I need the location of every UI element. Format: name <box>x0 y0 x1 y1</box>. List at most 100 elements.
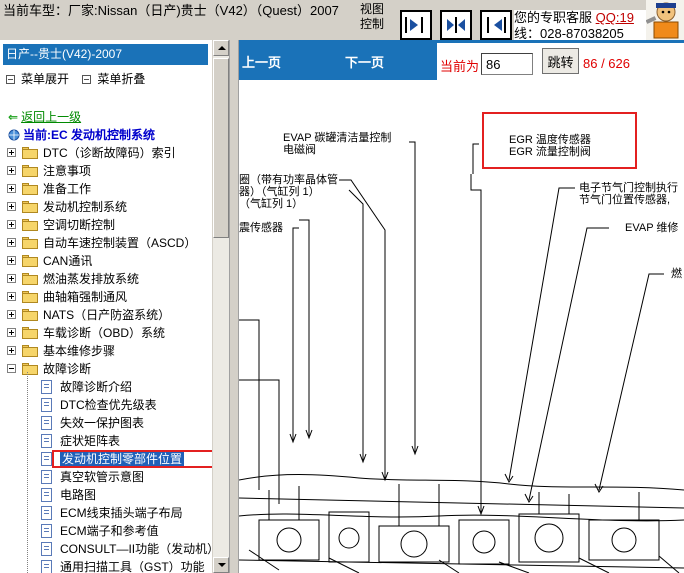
current-page-label: 当前为 <box>440 59 480 74</box>
tree-folder-label: 车载诊断（OBD）系统 <box>43 326 166 340</box>
customer-service-info: 您的专职客服 QQ:19 线：028-87038205 <box>514 10 648 40</box>
tree-doc-component-location[interactable]: 发动机控制零部件位置 <box>0 450 212 468</box>
folder-icon <box>22 255 38 267</box>
expand-plus-icon[interactable] <box>7 184 16 193</box>
tree-folder-ac-cutoff[interactable]: 空调切断控制 <box>0 216 212 234</box>
prev-page-link[interactable]: 上一页 <box>242 52 281 71</box>
tree-connector-line <box>27 372 28 573</box>
label-cylinder-bank-b: （气缸列 1） <box>239 198 304 210</box>
tree-scrollbar[interactable] <box>212 40 229 573</box>
tree-folder-label: DTC（诊断故障码）索引 <box>43 146 176 160</box>
tree-doc-label: ECM端子和参考值 <box>60 524 159 538</box>
label-evap-service: EVAP 维修 <box>625 222 679 234</box>
page-count: 86 / 626 <box>583 56 630 71</box>
split-view-button[interactable] <box>440 10 472 40</box>
tree-folder-preparation[interactable]: 准备工作 <box>0 180 212 198</box>
expand-all-link[interactable]: 菜单展开 <box>6 72 69 86</box>
tree-folder-troubleshooting[interactable]: 故障诊断 <box>0 360 212 378</box>
tree-folder-dtc-index[interactable]: DTC（诊断故障码）索引 <box>0 144 212 162</box>
expand-left-button[interactable] <box>480 10 512 40</box>
label-fuel: 燃 <box>671 268 682 280</box>
folder-icon <box>22 219 38 231</box>
expand-plus-icon[interactable] <box>7 310 16 319</box>
tree-doc-consult[interactable]: CONSULT—II功能（发动机） <box>0 540 219 558</box>
folder-icon <box>22 327 38 339</box>
scroll-thumb[interactable] <box>213 58 229 238</box>
expand-plus-icon[interactable] <box>7 148 16 157</box>
collapse-all-icon <box>82 75 92 84</box>
tree-doc-symptom-matrix[interactable]: 症状矩阵表 <box>0 432 212 450</box>
expand-all-label: 菜单展开 <box>21 72 70 86</box>
menu-toggle-row: 菜单展开 菜单折叠 <box>6 72 155 86</box>
tree-header: 日产--贵士(V42)-2007 <box>3 44 208 65</box>
jump-button[interactable]: 跳转 <box>542 48 579 74</box>
tree-doc-trouble-intro[interactable]: 故障诊断介绍 <box>0 378 212 396</box>
collapse-all-label: 菜单折叠 <box>97 72 146 86</box>
expand-plus-icon[interactable] <box>7 328 16 337</box>
current-car-title: 当前车型：厂家:Nissan（日产)贵士（V42）（Quest）2007 <box>3 3 339 18</box>
tree-doc-ecm-harness[interactable]: ECM线束插头端子布局 <box>0 504 212 522</box>
service-text: 您的专职客服 <box>514 10 593 25</box>
tree-doc-wiring-diagram[interactable]: 电路图 <box>0 486 212 504</box>
collapse-minus-icon[interactable] <box>7 364 16 373</box>
label-solenoid-valve: 电磁阀 <box>283 144 316 156</box>
expand-plus-icon[interactable] <box>7 292 16 301</box>
folder-open-icon <box>22 363 38 375</box>
bar-arrow-left-icon <box>487 17 506 33</box>
document-icon <box>41 488 52 502</box>
expand-plus-icon[interactable] <box>7 346 16 355</box>
expand-plus-icon[interactable] <box>7 202 16 211</box>
document-icon <box>41 434 52 448</box>
page-number-input[interactable] <box>481 53 533 75</box>
folder-icon <box>22 345 38 357</box>
folder-icon <box>22 237 38 249</box>
tree-doc-label: 故障诊断介绍 <box>60 380 133 394</box>
tree-folder-nats[interactable]: NATS（日产防盗系统） <box>0 306 212 324</box>
expand-plus-icon[interactable] <box>7 220 16 229</box>
tree-doc-ecm-terminals[interactable]: ECM端子和参考值 <box>0 522 212 540</box>
tree-folder-label: 发动机控制系统 <box>43 200 128 214</box>
top-bar: 当前车型：厂家:Nissan（日产)贵士（V42）（Quest）2007 视图控… <box>0 0 684 40</box>
tree-folder-ascd[interactable]: 自动车速控制装置（ASCD） <box>0 234 212 252</box>
tree-doc-label: 通用扫描工具（GST）功能 <box>60 560 205 573</box>
tree-folder-pcv[interactable]: 曲轴箱强制通风 <box>0 288 212 306</box>
tree-doc-fail-safe[interactable]: 失效一保护图表 <box>0 414 212 432</box>
tree-folder-label: NATS（日产防盗系统） <box>43 308 171 322</box>
tree-folder-evap[interactable]: 燃油蒸发排放系统 <box>0 270 212 288</box>
label-throttle-position: 节气门位置传感器, <box>579 194 671 206</box>
tree-folder-label: 燃油蒸发排放系统 <box>43 272 140 286</box>
tree-folder-label: 故障诊断 <box>43 362 92 376</box>
collapse-all-link[interactable]: 菜单折叠 <box>82 72 145 86</box>
tree-folder-can[interactable]: CAN通讯 <box>0 252 212 270</box>
tree-doc-gst[interactable]: 通用扫描工具（GST）功能 <box>0 558 212 573</box>
service-phone: 线：028-87038205 <box>514 26 624 40</box>
current-node: 当前:EC 发动机控制系统 <box>8 126 155 143</box>
back-link[interactable]: ⇐ 返回上一级 <box>8 108 81 125</box>
tree-doc-label: DTC检查优先级表 <box>60 398 157 412</box>
tree-doc-label: 症状矩阵表 <box>60 434 121 448</box>
expand-plus-icon[interactable] <box>7 274 16 283</box>
tree-folder-label: 基本维修步骤 <box>43 344 116 358</box>
tree-folder-label: 自动车速控制装置（ASCD） <box>43 236 197 250</box>
expand-plus-icon[interactable] <box>7 166 16 175</box>
document-icon <box>41 416 52 430</box>
expand-right-button[interactable] <box>400 10 432 40</box>
tree-folder-basic-service[interactable]: 基本维修步骤 <box>0 342 212 360</box>
globe-icon <box>8 129 20 141</box>
tree-folder-precautions[interactable]: 注意事项 <box>0 162 212 180</box>
tree-doc-label: CONSULT—II功能（发动机） <box>60 542 220 556</box>
folder-icon <box>22 183 38 195</box>
tree-doc-dtc-priority[interactable]: DTC检查优先级表 <box>0 396 212 414</box>
expand-plus-icon[interactable] <box>7 238 16 247</box>
expand-all-icon <box>6 75 15 84</box>
scroll-up-button[interactable] <box>213 40 229 56</box>
bar-arrow-right-icon <box>405 17 423 33</box>
scroll-down-button[interactable] <box>213 557 229 573</box>
next-page-link[interactable]: 下一页 <box>345 52 384 71</box>
expand-plus-icon[interactable] <box>7 256 16 265</box>
tree-folder-engine-control[interactable]: 发动机控制系统 <box>0 198 212 216</box>
tree-doc-vacuum-hose[interactable]: 真空软管示意图 <box>0 468 212 486</box>
service-qq-link[interactable]: QQ:19 <box>596 10 634 25</box>
tree-folder-obd[interactable]: 车载诊断（OBD）系统 <box>0 324 212 342</box>
panel-splitter[interactable] <box>229 40 239 573</box>
